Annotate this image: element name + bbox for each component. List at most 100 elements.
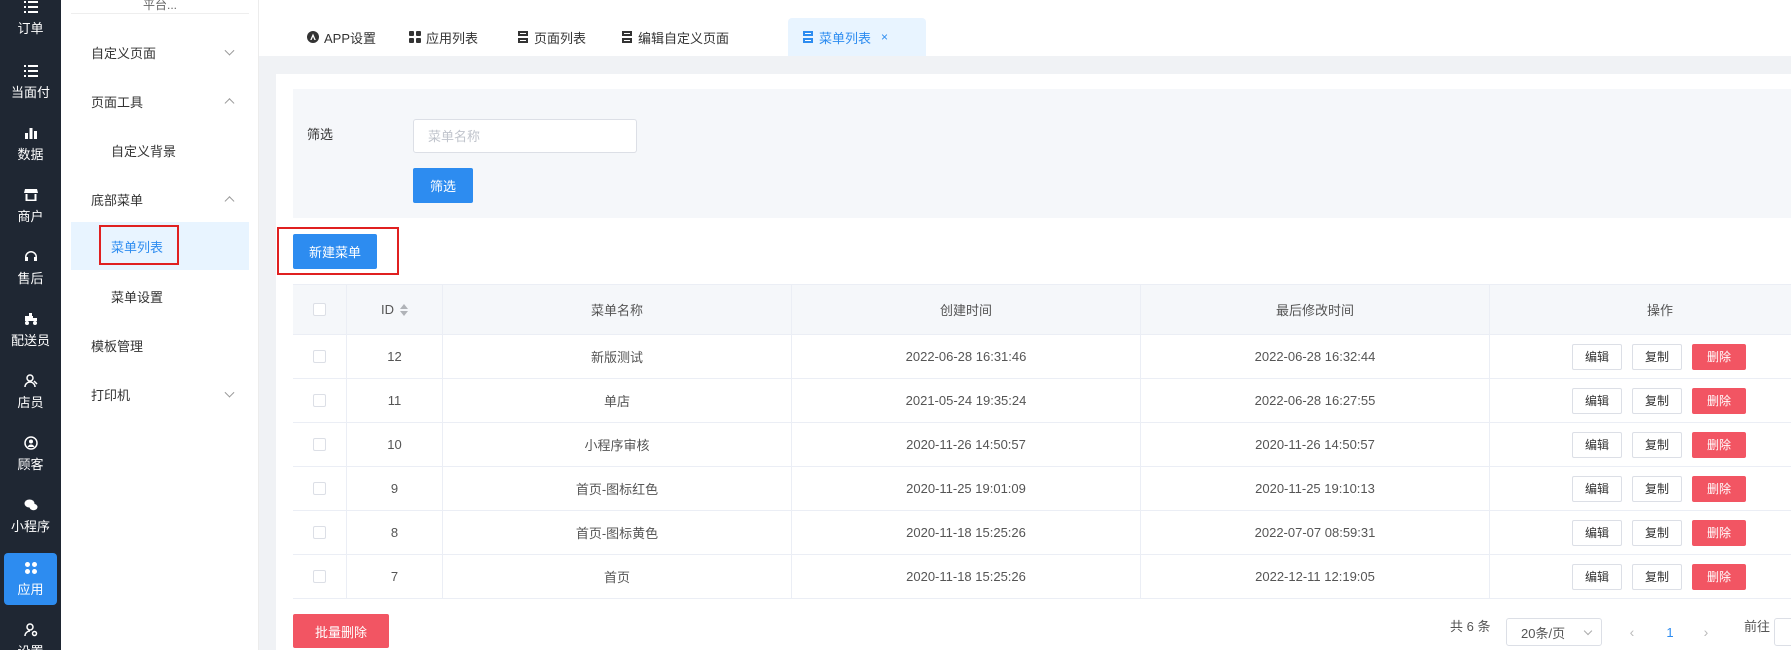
created-cell: 2021-05-24 19:35:24 xyxy=(792,379,1141,422)
modified-cell: 2022-12-11 12:19:05 xyxy=(1141,555,1490,598)
sort-icon[interactable] xyxy=(400,303,408,316)
id-cell: 8 xyxy=(347,511,443,554)
actions-cell: 编辑 复制 删除 xyxy=(1490,511,1791,554)
sidebar-group-custom-page[interactable]: 自定义页面 xyxy=(61,30,259,74)
copy-button[interactable]: 复制 xyxy=(1632,431,1683,458)
prev-page-icon[interactable]: ‹ xyxy=(1622,618,1642,646)
row-checkbox[interactable] xyxy=(313,482,326,495)
actions-cell: 编辑 复制 删除 xyxy=(1490,555,1791,598)
tab-app-settings[interactable]: APP设置 xyxy=(293,18,390,56)
header-menu-name: 菜单名称 xyxy=(443,285,792,334)
copy-button[interactable]: 复制 xyxy=(1632,519,1683,546)
edit-button[interactable]: 编辑 xyxy=(1572,519,1623,546)
created-cell: 2022-06-28 16:31:46 xyxy=(792,335,1141,378)
rail-item-settings[interactable]: 设置 xyxy=(4,615,57,650)
row-checkbox[interactable] xyxy=(313,526,326,539)
rail-item-after-sales[interactable]: 售后 xyxy=(4,242,57,294)
edit-button[interactable]: 编辑 xyxy=(1572,343,1623,370)
actions-cell: 编辑 复制 删除 xyxy=(1490,467,1791,510)
select-all-checkbox[interactable] xyxy=(313,303,326,316)
created-cell: 2020-11-25 19:01:09 xyxy=(792,467,1141,510)
filter-button[interactable]: 筛选 xyxy=(413,168,473,203)
edit-button[interactable]: 编辑 xyxy=(1572,431,1623,458)
row-checkbox[interactable] xyxy=(313,394,326,407)
sidebar-group-template-manage[interactable]: 模板管理 xyxy=(61,323,259,367)
header-label: 创建时间 xyxy=(939,303,992,318)
edit-button[interactable]: 编辑 xyxy=(1572,475,1623,502)
rail-item-courier[interactable]: 配送员 xyxy=(4,304,57,356)
sidebar-group-printer[interactable]: 打印机 xyxy=(61,372,259,416)
tab-page-list[interactable]: 页面列表 xyxy=(503,18,600,56)
actions-cell: 编辑 复制 删除 xyxy=(1490,379,1791,422)
header-modified: 最后修改时间 xyxy=(1141,285,1490,334)
select-cell xyxy=(293,335,347,378)
actions-cell: 编辑 复制 删除 xyxy=(1490,423,1791,466)
content-panel: 筛选 筛选 新建菜单 ID 菜单名称 创建时间 最后修改时间 操作 12 新版测… xyxy=(276,74,1791,650)
tab-app-list[interactable]: 应用列表 xyxy=(395,18,492,56)
rail-item-data[interactable]: 数据 xyxy=(4,118,57,170)
page-number-current[interactable]: 1 xyxy=(1660,618,1680,646)
rail-item-apps[interactable]: 应用 xyxy=(4,553,57,605)
row-checkbox[interactable] xyxy=(313,438,326,451)
name-cell: 首页-图标红色 xyxy=(443,467,792,510)
sidebar-group-bottom-menu[interactable]: 底部菜单 xyxy=(61,177,259,221)
table-row: 10 小程序审核 2020-11-26 14:50:57 2020-11-26 … xyxy=(293,423,1791,467)
delete-button[interactable]: 删除 xyxy=(1692,475,1747,502)
rail-item-staff[interactable]: 店员 xyxy=(4,366,57,418)
tab-menu-list[interactable]: 菜单列表 × xyxy=(788,18,926,56)
table-row: 12 新版测试 2022-06-28 16:31:46 2022-06-28 1… xyxy=(293,335,1791,379)
id-cell: 10 xyxy=(347,423,443,466)
copy-button[interactable]: 复制 xyxy=(1632,475,1683,502)
app-store-icon xyxy=(307,31,319,43)
select-cell xyxy=(293,511,347,554)
sidebar-item-menu-settings[interactable]: 菜单设置 xyxy=(71,272,249,320)
tab-edit-custom-page[interactable]: 编辑自定义页面 xyxy=(607,18,743,56)
edit-button[interactable]: 编辑 xyxy=(1572,387,1623,414)
rail-item-merchant[interactable]: 商户 xyxy=(4,180,57,232)
batch-delete-button[interactable]: 批量删除 xyxy=(293,614,389,648)
bar-chart-icon xyxy=(24,126,38,140)
copy-button[interactable]: 复制 xyxy=(1632,563,1683,590)
filter-label: 筛选 xyxy=(307,127,334,142)
filter-section: 筛选 筛选 xyxy=(293,89,1791,218)
chevron-down-icon xyxy=(1583,626,1593,636)
page-icon xyxy=(517,31,529,43)
next-page-icon[interactable]: › xyxy=(1696,618,1716,646)
rail-item-mini-program[interactable]: 小程序 xyxy=(4,490,57,542)
id-cell: 12 xyxy=(347,335,443,378)
edit-button[interactable]: 编辑 xyxy=(1572,563,1623,590)
rail-item-face-pay[interactable]: 当面付 xyxy=(4,56,57,108)
select-cell xyxy=(293,379,347,422)
delete-button[interactable]: 删除 xyxy=(1692,563,1747,590)
highlight-box-menu-list xyxy=(99,225,179,265)
modified-cell: 2020-11-26 14:50:57 xyxy=(1141,423,1490,466)
close-icon[interactable]: × xyxy=(881,30,888,44)
delete-button[interactable]: 删除 xyxy=(1692,519,1747,546)
sidebar-item-custom-background[interactable]: 自定义背景 xyxy=(71,126,249,174)
created-cell: 2020-11-18 15:25:26 xyxy=(792,555,1141,598)
page-size-select[interactable]: 20条/页 xyxy=(1506,618,1602,646)
chevron-down-icon xyxy=(224,45,235,56)
main-rail: 订单 当面付 数据 商户 售后 配送员 店员 顾客 小程序 应用 xyxy=(0,0,61,650)
row-checkbox[interactable] xyxy=(313,350,326,363)
copy-button[interactable]: 复制 xyxy=(1632,343,1683,370)
modified-cell: 2020-11-25 19:10:13 xyxy=(1141,467,1490,510)
menu-name-input[interactable] xyxy=(413,119,637,153)
sidebar-item-label: 菜单设置 xyxy=(111,289,164,305)
rail-label: 商户 xyxy=(17,208,44,224)
sidebar-group-page-tools[interactable]: 页面工具 xyxy=(61,79,259,123)
copy-button[interactable]: 复制 xyxy=(1632,387,1683,414)
store-icon xyxy=(23,188,38,202)
header-id[interactable]: ID xyxy=(347,285,443,334)
sidebar-item-label: 自定义背景 xyxy=(111,143,177,159)
grid-icon xyxy=(409,31,421,43)
row-checkbox[interactable] xyxy=(313,570,326,583)
goto-page-input[interactable] xyxy=(1774,618,1791,646)
rail-label: 订单 xyxy=(17,20,44,36)
delete-button[interactable]: 删除 xyxy=(1692,387,1747,414)
delete-button[interactable]: 删除 xyxy=(1692,343,1747,370)
rail-item-orders[interactable]: 订单 xyxy=(4,0,57,44)
header-label: 操作 xyxy=(1647,303,1674,318)
delete-button[interactable]: 删除 xyxy=(1692,431,1747,458)
rail-item-customer[interactable]: 顾客 xyxy=(4,428,57,480)
